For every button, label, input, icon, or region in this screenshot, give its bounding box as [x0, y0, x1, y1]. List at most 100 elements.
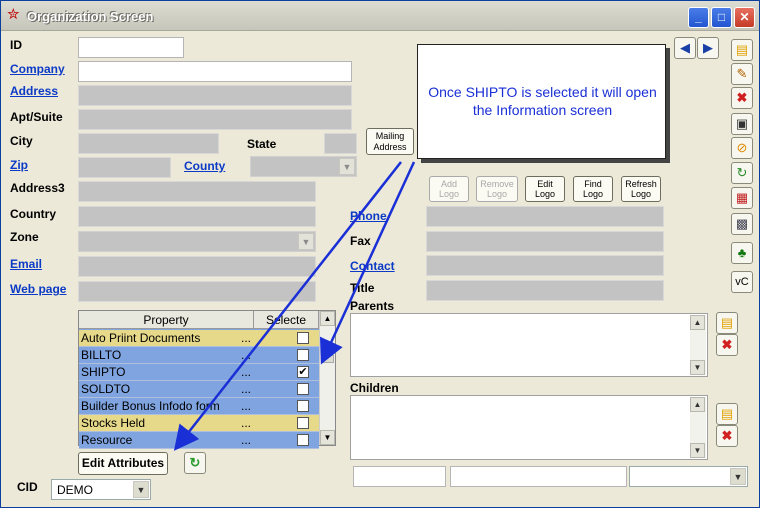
title-bar[interactable]: ✮ Organization Screen _ □ ✕: [1, 1, 759, 31]
children-scrollbar[interactable]: ▲ ▼: [690, 397, 706, 458]
mailing-address-button[interactable]: Mailing Address: [366, 128, 414, 155]
selected-checkbox[interactable]: [297, 434, 309, 446]
selected-checkbox[interactable]: [297, 400, 309, 412]
previous-record-button[interactable]: ◀: [674, 37, 696, 59]
maximize-button[interactable]: □: [711, 7, 732, 28]
ellipsis-button[interactable]: ...: [241, 382, 251, 396]
selected-checkbox[interactable]: [297, 349, 309, 361]
scroll-thumb[interactable]: [321, 355, 334, 363]
ellipsis-button[interactable]: ...: [241, 331, 251, 345]
card-button[interactable]: ▩: [731, 213, 753, 235]
add-parent-button[interactable]: ▤: [716, 312, 738, 334]
table-row[interactable]: SHIPTO... ✔: [79, 364, 319, 381]
bottom-field-2[interactable]: [450, 466, 627, 487]
remove-logo-button[interactable]: Remove Logo: [476, 176, 518, 202]
edit-record-button[interactable]: ✎: [731, 63, 753, 85]
ellipsis-button[interactable]: ...: [241, 416, 251, 430]
refresh-button[interactable]: ↻: [184, 452, 206, 474]
company-link[interactable]: Company: [10, 62, 65, 76]
minimize-button[interactable]: _: [688, 7, 709, 28]
county-link[interactable]: County: [184, 159, 225, 173]
triangle-right-icon: ▶: [703, 40, 713, 55]
address-field[interactable]: [78, 85, 352, 106]
title-label: Title: [350, 281, 375, 295]
bottom-select[interactable]: ▼: [629, 466, 748, 487]
selected-checkbox[interactable]: [297, 383, 309, 395]
table-row[interactable]: Auto Priint Documents...: [79, 330, 319, 347]
zone-select[interactable]: ▼: [78, 231, 316, 252]
parents-scrollbar[interactable]: ▲ ▼: [690, 315, 706, 375]
find-logo-button[interactable]: Find Logo: [573, 176, 613, 202]
add-child-button[interactable]: ▤: [716, 403, 738, 425]
new-record-button[interactable]: ▤: [731, 39, 753, 61]
state-field[interactable]: [324, 133, 357, 154]
vcard-button[interactable]: vC: [731, 271, 753, 293]
next-record-button[interactable]: ▶: [697, 37, 719, 59]
refresh-logo-button[interactable]: Refresh Logo: [621, 176, 661, 202]
city-field[interactable]: [78, 133, 219, 154]
scroll-down-icon[interactable]: ▼: [690, 443, 705, 458]
table-row[interactable]: SOLDTO...: [79, 381, 319, 398]
cancel-button[interactable]: ⊘: [731, 137, 753, 159]
property-name: Builder Bonus Infodo form: [81, 399, 220, 413]
edit-attributes-button[interactable]: Edit Attributes: [78, 452, 168, 475]
country-field[interactable]: [78, 206, 316, 227]
table-row[interactable]: Stocks Held...: [79, 415, 319, 432]
close-button[interactable]: ✕: [734, 7, 755, 28]
save-button[interactable]: ▣: [731, 113, 753, 135]
ellipsis-button[interactable]: ...: [241, 399, 251, 413]
grid-scrollbar[interactable]: ▲ ▼: [319, 311, 335, 445]
scroll-down-icon[interactable]: ▼: [320, 430, 335, 445]
ellipsis-button[interactable]: ...: [241, 433, 251, 447]
table-row[interactable]: BILLTO...: [79, 347, 319, 364]
selected-checkbox[interactable]: [297, 417, 309, 429]
property-column-header[interactable]: Property: [79, 311, 254, 329]
notes-button[interactable]: ▦: [731, 187, 753, 209]
selected-checkbox[interactable]: [297, 332, 309, 344]
attributes-grid[interactable]: Property Selecte Auto Priint Documents..…: [78, 310, 336, 449]
apt-suite-field[interactable]: [78, 109, 352, 130]
ellipsis-button[interactable]: ...: [241, 365, 251, 379]
id-label: ID: [10, 38, 22, 52]
contact-field[interactable]: [426, 255, 664, 276]
contact-link[interactable]: Contact: [350, 259, 395, 273]
email-field[interactable]: [78, 256, 316, 277]
zip-field[interactable]: [78, 157, 171, 178]
scroll-up-icon[interactable]: ▲: [320, 311, 335, 326]
table-row[interactable]: Builder Bonus Infodo form...: [79, 398, 319, 415]
selected-column-header[interactable]: Selecte: [254, 311, 319, 329]
cid-select[interactable]: DEMO ▼: [51, 479, 151, 500]
county-select[interactable]: ▼: [250, 156, 357, 177]
add-logo-button[interactable]: Add Logo: [429, 176, 469, 202]
refresh-record-button[interactable]: ↻: [731, 162, 753, 184]
phone-link[interactable]: Phone: [350, 209, 387, 223]
new-document-icon: ▤: [735, 42, 749, 57]
address-link[interactable]: Address: [10, 84, 58, 98]
children-list[interactable]: ▲ ▼: [350, 395, 708, 460]
scroll-up-icon[interactable]: ▲: [690, 397, 705, 412]
email-link[interactable]: Email: [10, 257, 42, 271]
title-field[interactable]: [426, 280, 664, 301]
bottom-field-1[interactable]: [353, 466, 446, 487]
edit-logo-button[interactable]: Edit Logo: [525, 176, 565, 202]
delete-child-button[interactable]: ✖: [716, 425, 738, 447]
delete-parent-button[interactable]: ✖: [716, 334, 738, 356]
selected-checkbox[interactable]: ✔: [297, 366, 309, 378]
scroll-up-icon[interactable]: ▲: [690, 315, 705, 330]
webpage-field[interactable]: [78, 281, 316, 302]
id-field[interactable]: [78, 37, 184, 58]
table-row[interactable]: Resource...: [79, 432, 319, 449]
new-document-icon: ▤: [720, 315, 734, 330]
cancel-icon: ⊘: [736, 140, 748, 155]
delete-record-button[interactable]: ✖: [731, 87, 753, 109]
scroll-down-icon[interactable]: ▼: [690, 360, 705, 375]
address3-field[interactable]: [78, 181, 316, 202]
webpage-link[interactable]: Web page: [10, 282, 66, 296]
ellipsis-button[interactable]: ...: [241, 348, 251, 362]
fax-field[interactable]: [426, 231, 664, 252]
phone-field[interactable]: [426, 206, 664, 227]
parents-list[interactable]: ▲ ▼: [350, 313, 708, 377]
company-field[interactable]: [78, 61, 352, 82]
tree-button[interactable]: ♣: [731, 242, 753, 264]
zip-link[interactable]: Zip: [10, 158, 28, 172]
